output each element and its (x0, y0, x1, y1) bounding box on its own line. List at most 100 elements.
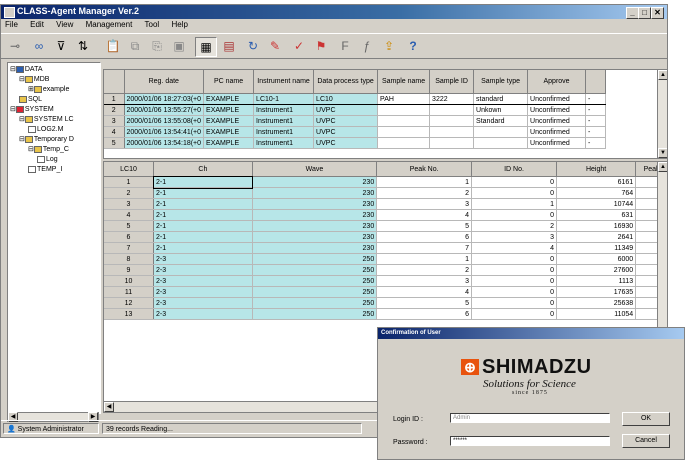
table-cell[interactable]: Unconfirmed (527, 137, 587, 149)
table-cell[interactable]: LC10-1 (253, 93, 315, 105)
table-cell[interactable]: 11054 (556, 308, 637, 320)
table-cell[interactable] (377, 137, 431, 149)
table-cell[interactable] (429, 126, 475, 138)
table-cell[interactable]: 2-1 (152, 175, 254, 189)
column-header[interactable]: Ch (153, 162, 253, 177)
table-cell[interactable]: 2-3 (153, 253, 253, 265)
table-cell[interactable]: Instrument1 (253, 126, 315, 138)
approve-icon[interactable]: ✓ (289, 37, 309, 55)
menu-tool[interactable]: Tool (145, 20, 160, 29)
table-cell[interactable]: 2 (376, 264, 473, 276)
tree-item[interactable]: LOG2.M (28, 125, 63, 134)
table-cell[interactable]: 5 (376, 297, 473, 309)
table-cell[interactable]: 1113 (556, 275, 637, 287)
table-cell[interactable]: 25638 (556, 297, 637, 309)
table-cell[interactable]: 3 (376, 198, 473, 210)
copy-icon[interactable]: ⧉ (125, 37, 145, 55)
row-number[interactable]: 12 (104, 297, 155, 309)
table-cell[interactable]: 10744 (556, 198, 637, 210)
column-header[interactable]: Approve (527, 70, 587, 94)
table-cell[interactable]: 6 (376, 231, 473, 243)
table-row[interactable]: 2 2-1 230 2 0 764 (104, 187, 667, 199)
table-row[interactable]: 6 2-1 230 6 3 2641 (104, 231, 667, 243)
row-number[interactable]: 2 (104, 104, 125, 116)
tree-item[interactable]: Log (37, 155, 58, 164)
table-cell[interactable]: 3 (376, 275, 473, 287)
table-cell[interactable] (473, 137, 529, 149)
column-header[interactable]: PC name (203, 70, 255, 94)
column-header[interactable]: Wave (252, 162, 378, 177)
export-icon[interactable]: ⇪ (379, 37, 399, 55)
table-row[interactable]: 13 2-3 250 6 0 11054 (104, 308, 667, 320)
table-cell[interactable]: 230 (252, 187, 378, 199)
tree-item[interactable]: ⊟ Temporary D (19, 135, 74, 144)
table-cell[interactable]: 0 (471, 209, 557, 221)
table-cell[interactable]: 250 (252, 275, 378, 287)
table-cell[interactable] (377, 126, 431, 138)
table-cell[interactable]: UVPC (313, 126, 379, 138)
column-header[interactable]: Height (556, 162, 637, 177)
row-number[interactable]: 3 (104, 198, 155, 210)
table-cell[interactable]: 2-1 (153, 242, 253, 254)
table-cell[interactable] (429, 115, 475, 127)
record-view-icon[interactable]: ▤ (219, 37, 239, 55)
table-cell[interactable] (473, 126, 529, 138)
table-cell[interactable]: 0 (471, 297, 557, 309)
table-cell[interactable]: - (585, 137, 607, 149)
filter-icon[interactable]: ⊽ (51, 37, 71, 55)
ok-button[interactable]: OK (622, 412, 670, 426)
row-number[interactable]: 1 (104, 176, 155, 188)
table-cell[interactable]: Unkown (473, 104, 529, 116)
table-row[interactable]: 12 2-3 250 5 0 25638 (104, 297, 667, 309)
row-number[interactable]: 11 (104, 286, 155, 298)
table-cell[interactable]: 2-1 (153, 198, 253, 210)
password-input[interactable]: ****** (450, 436, 610, 446)
table-cell[interactable]: 2-3 (153, 286, 253, 298)
table-cell[interactable]: 1 (376, 176, 473, 188)
table-cell[interactable]: 2000/01/06 13:55:08(+0 (124, 115, 205, 127)
table-cell[interactable]: EXAMPLE (203, 115, 255, 127)
table-row[interactable]: 4 2-1 230 4 0 631 (104, 209, 667, 221)
table-cell[interactable] (429, 137, 475, 149)
table-row[interactable]: 4 2000/01/06 13:54:41(+0 EXAMPLE Instrument… (104, 126, 607, 138)
table-cell[interactable]: 2-3 (153, 264, 253, 276)
table-cell[interactable]: 1 (471, 198, 557, 210)
menu-management[interactable]: Management (86, 20, 133, 29)
table-row[interactable]: 3 2000/01/06 13:55:08(+0 EXAMPLE Instrument… (104, 115, 607, 127)
table-cell[interactable]: 230 (252, 220, 378, 232)
row-number[interactable]: 6 (104, 231, 155, 243)
field-icon[interactable]: F (335, 37, 355, 55)
table-cell[interactable]: 250 (252, 297, 378, 309)
column-header[interactable]: Sample ID (429, 70, 475, 94)
close-button[interactable]: ✕ (651, 7, 664, 19)
table-cell[interactable]: 5 (376, 220, 473, 232)
table-cell[interactable]: 2-3 (153, 275, 253, 287)
table-cell[interactable]: 3 (471, 231, 557, 243)
table-cell[interactable]: 17635 (556, 286, 637, 298)
table-cell[interactable]: 11349 (556, 242, 637, 254)
table-cell[interactable]: Unconfirmed (527, 104, 587, 116)
table-cell[interactable]: - (585, 93, 607, 105)
column-header[interactable] (104, 70, 125, 94)
table-row[interactable]: 7 2-1 230 7 4 11349 (104, 242, 667, 254)
row-number[interactable]: 5 (104, 220, 155, 232)
table-cell[interactable]: 230 (252, 242, 378, 254)
table-row[interactable]: 5 2000/01/06 13:54:18(+0 EXAMPLE Instrument… (104, 137, 607, 149)
column-header[interactable]: Instrument name (253, 70, 315, 94)
clipboard-icon[interactable]: 📋 (103, 37, 123, 55)
table-cell[interactable]: 2 (471, 220, 557, 232)
report-icon[interactable]: ⚑ (311, 37, 331, 55)
table-cell[interactable]: 2-1 (153, 231, 253, 243)
table-cell[interactable]: 0 (471, 275, 557, 287)
scroll-down-arrow[interactable]: ▼ (658, 148, 667, 158)
table-cell[interactable]: 2000/01/06 18:27:03(+0 (124, 93, 205, 105)
table-row[interactable]: 8 2-3 250 1 0 6000 (104, 253, 667, 265)
table-cell[interactable] (377, 104, 431, 116)
table-cell[interactable]: 250 (252, 286, 378, 298)
table-cell[interactable]: EXAMPLE (203, 104, 255, 116)
menu-edit[interactable]: Edit (30, 20, 44, 29)
tree-item[interactable]: ⊟ SYSTEM LC (19, 115, 74, 124)
grid-view-icon[interactable]: ▦ (195, 37, 217, 57)
row-number[interactable]: 1 (104, 93, 125, 105)
tree-item[interactable]: ⊞ example (28, 85, 69, 94)
